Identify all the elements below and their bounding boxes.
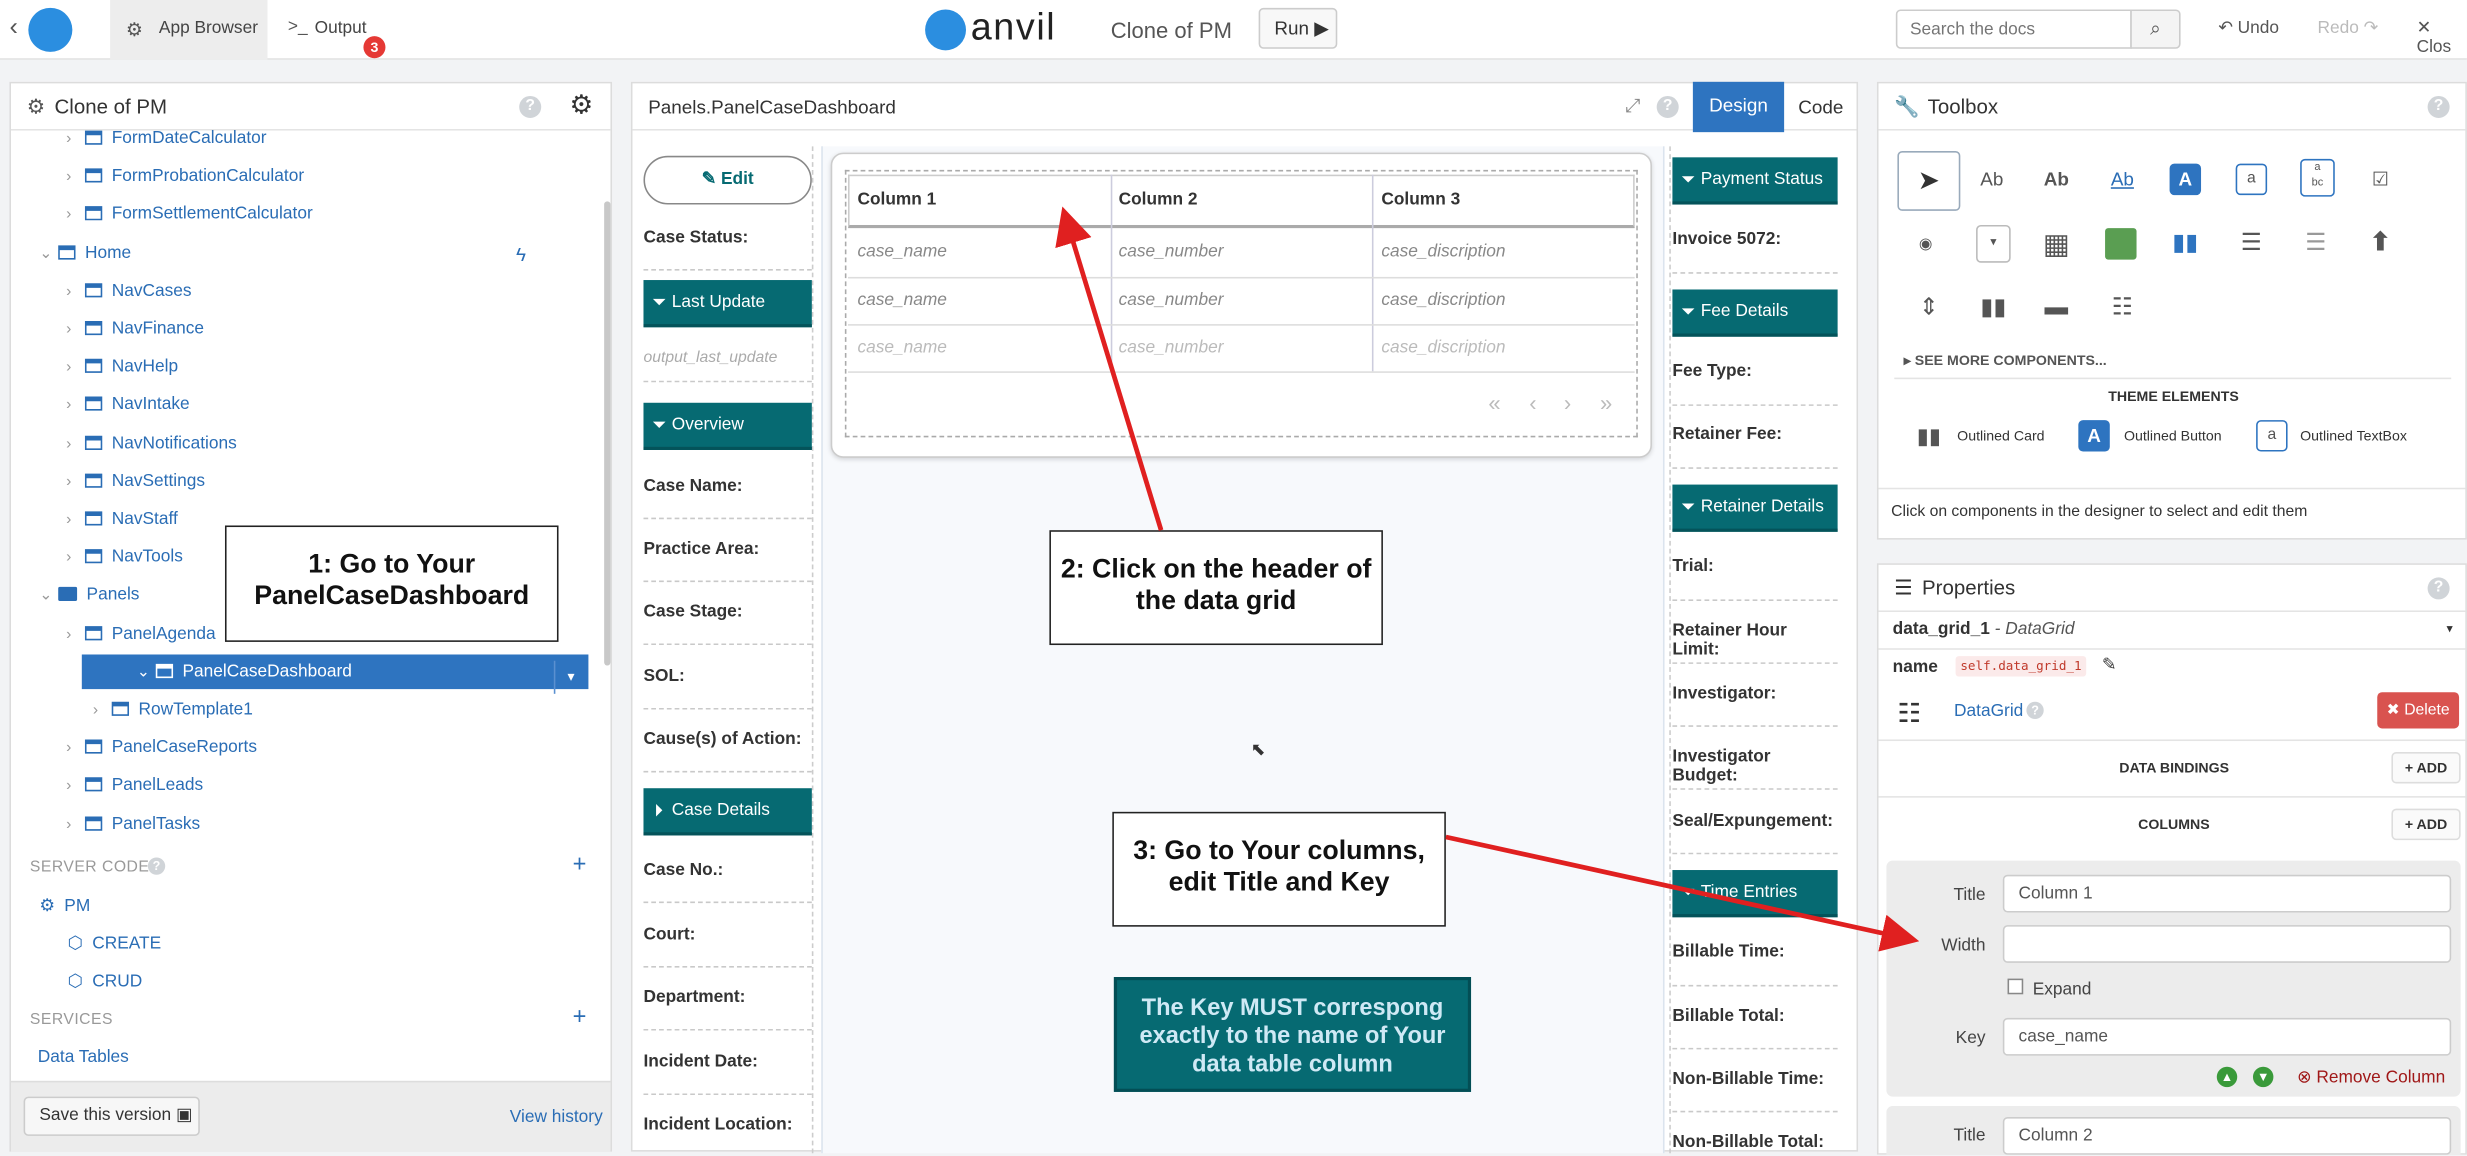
annotation-arrows [1055,206,1920,952]
arrow-to-column-editor [1445,834,1920,952]
arrow-to-grid-header [1055,206,1164,531]
